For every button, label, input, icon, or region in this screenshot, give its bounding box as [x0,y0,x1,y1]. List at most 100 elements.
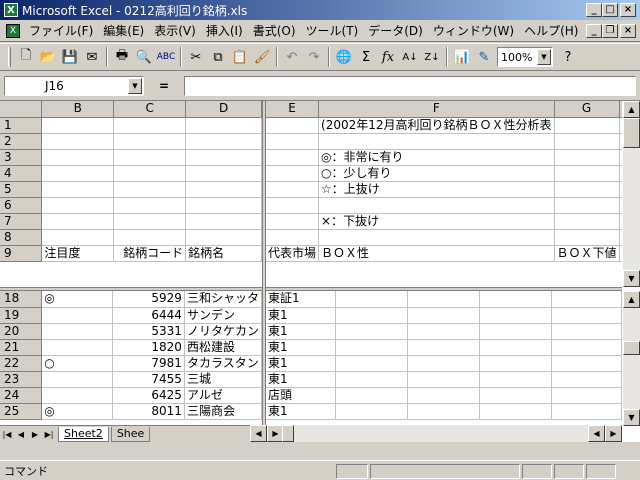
cell-f[interactable] [335,403,409,420]
cell-f[interactable]: ◎：非常に有り [318,149,555,166]
row-header[interactable]: 1 [0,117,43,134]
cell-d[interactable] [185,133,262,150]
doc-restore-button[interactable]: ❐ [602,24,618,38]
row-header[interactable]: 3 [0,149,43,166]
redo-icon[interactable]: ↷ [303,46,325,68]
cell-h[interactable] [479,403,553,420]
menu-edit[interactable]: 編集(E) [98,22,149,39]
row-header[interactable]: 6 [0,197,43,214]
scroll-down-icon[interactable]: ▼ [623,409,640,426]
toolbar-grip[interactable] [8,47,11,67]
cell-h[interactable] [479,387,553,404]
cell-g[interactable] [554,197,620,214]
print-preview-icon[interactable]: 🔍 [133,46,155,68]
cell-g[interactable] [554,165,620,182]
help-icon[interactable]: ? [557,46,579,68]
cell-f[interactable] [335,291,409,308]
doc-minimize-button[interactable]: _ [586,24,602,38]
cell-b[interactable] [41,117,115,134]
scroll-right-icon[interactable]: ▶ [605,425,622,442]
cell-f[interactable]: ☆：上抜け [318,181,555,198]
cell-e[interactable] [266,213,320,230]
cell-i[interactable] [551,307,622,324]
maximize-button[interactable]: □ [602,3,618,17]
name-box[interactable]: J16 ▼ [4,76,144,96]
cell-f[interactable]: ○：少し有り [318,165,555,182]
cell-i[interactable] [551,323,622,340]
column-header-g[interactable]: G [554,101,620,118]
sort-descending-icon[interactable]: Z↓ [421,46,443,68]
open-folder-icon[interactable]: 📂 [37,46,59,68]
cell-e[interactable]: 東1 [266,339,337,356]
row-header[interactable]: 18 [0,291,43,308]
menu-file[interactable]: ファイル(F) [24,22,98,39]
function-icon[interactable]: fx [377,46,399,68]
row-header[interactable]: 25 [0,403,43,420]
cell-f[interactable]: ＢＯＸ性 [318,245,555,262]
column-header-h[interactable]: H [619,101,622,118]
cell-i[interactable] [551,291,622,308]
cell-i[interactable] [551,387,622,404]
cell-g[interactable] [407,403,481,420]
drawing-icon[interactable]: ✎ [473,46,495,68]
cell-g[interactable] [407,387,481,404]
cell-d[interactable]: タカラスタン [184,355,262,372]
cut-icon[interactable]: ✂ [185,46,207,68]
spellcheck-icon[interactable]: ABC [155,46,177,68]
cell-d[interactable] [185,149,262,166]
cell-f[interactable] [335,307,409,324]
cell-b[interactable] [41,323,114,340]
cell-g[interactable]: ＢＯＸ下値 [554,245,620,262]
menu-tools[interactable]: ツール(T) [301,22,364,39]
cell-b[interactable] [41,197,115,214]
cell-g[interactable] [407,291,481,308]
cell-b[interactable] [41,149,115,166]
cell-d[interactable]: 銘柄名 [185,245,262,262]
column-header-b[interactable]: B [41,101,115,118]
cell-h[interactable] [619,213,622,230]
cell-c[interactable]: 銘柄コード [113,245,187,262]
cell-c[interactable]: 7455 [112,371,185,388]
sort-ascending-icon[interactable]: A↓ [399,46,421,68]
cell-g[interactable] [407,307,481,324]
cell-c[interactable]: 5331 [112,323,185,340]
cell-h[interactable] [619,181,622,198]
select-all-corner[interactable] [0,101,43,118]
cell-d[interactable] [185,117,262,134]
copy-icon[interactable]: ⧉ [207,46,229,68]
cell-e[interactable] [266,229,320,246]
cell-i[interactable] [551,403,622,420]
cell-c[interactable]: 5929 [112,291,185,308]
horizontal-scrollbar[interactable]: ◀ ▶ ◀ ▶ [250,425,622,442]
row-header[interactable]: 9 [0,245,43,262]
document-icon[interactable]: X [6,23,20,38]
cell-e[interactable] [266,181,320,198]
scroll-left-icon[interactable]: ◀ [250,425,267,442]
cell-e[interactable]: 東証1 [266,291,337,308]
cell-d[interactable] [185,165,262,182]
cell-f[interactable] [318,197,555,214]
new-file-icon[interactable]: 🗋 [15,46,37,68]
cell-f[interactable]: ×：下抜け [318,213,555,230]
hyperlink-icon[interactable]: 🌐 [333,46,355,68]
row-header[interactable]: 23 [0,371,43,388]
cell-c[interactable] [113,149,187,166]
save-icon[interactable]: 💾 [59,46,81,68]
cell-e[interactable]: 東1 [266,323,337,340]
row-header[interactable]: 4 [0,165,43,182]
cell-b[interactable]: 注目度 [41,245,115,262]
cell-h[interactable] [479,323,553,340]
cell-g[interactable] [554,229,620,246]
cell-c[interactable]: 7981 [112,355,185,372]
row-header[interactable]: 22 [0,355,43,372]
cell-b[interactable] [41,213,115,230]
menu-window[interactable]: ウィンドウ(W) [428,22,519,39]
cell-h[interactable] [619,117,622,134]
cell-d[interactable] [185,181,262,198]
cell-c[interactable] [113,229,187,246]
cell-d[interactable]: ノリタケカン [184,323,262,340]
cell-c[interactable] [113,213,187,230]
zoom-select[interactable]: 100% ▼ [497,47,553,67]
cell-f[interactable] [335,339,409,356]
cell-c[interactable]: 6425 [112,387,185,404]
